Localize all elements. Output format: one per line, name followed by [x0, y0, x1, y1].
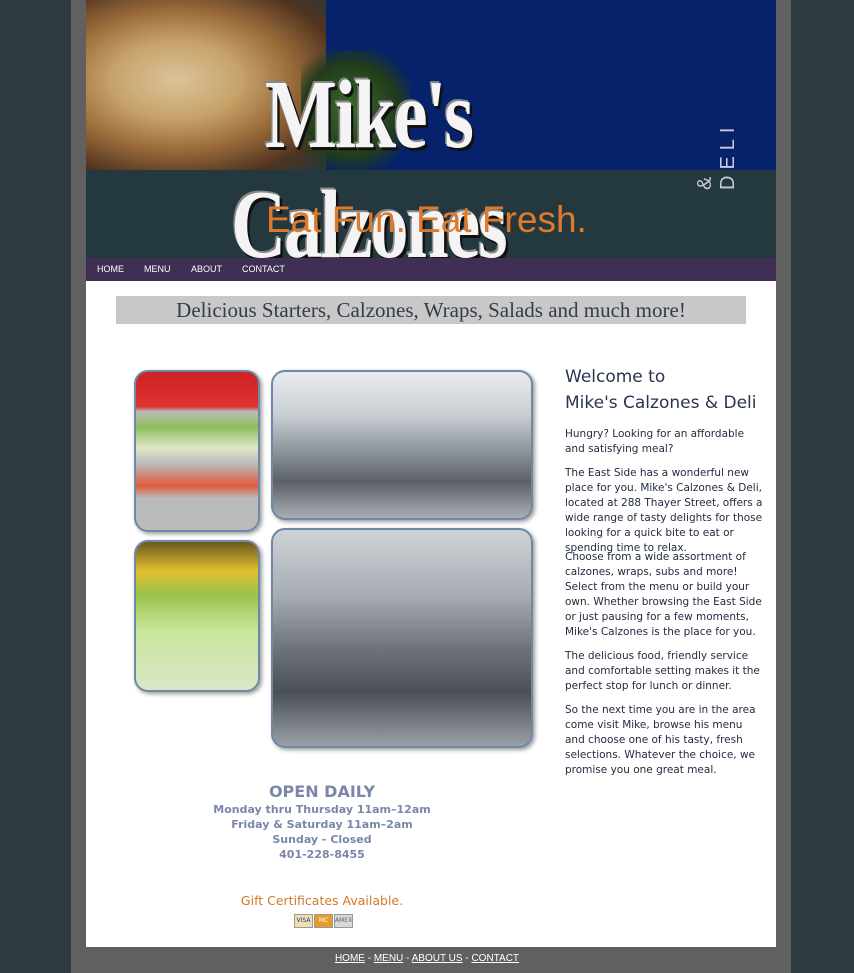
- hours-line: Monday thru Thursday 11am–12am: [213, 803, 431, 816]
- tagline: Eat Fun. Eat Fresh.: [266, 199, 587, 240]
- main-nav: HOME MENU ABOUT CONTACT: [86, 258, 776, 281]
- welcome-title-line2: Mike's Calzones & Deli: [565, 393, 757, 413]
- footer-home[interactable]: HOME: [335, 953, 365, 964]
- nav-contact[interactable]: CONTACT: [242, 264, 285, 274]
- welcome-paragraph: Hungry? Looking for an affordable and sa…: [565, 428, 745, 455]
- hours-line: Sunday - Closed: [272, 833, 372, 846]
- welcome-paragraph: Choose from a wide assortment of calzone…: [565, 551, 762, 638]
- footer-separator: -: [364, 953, 374, 964]
- footer-contact[interactable]: CONTACT: [471, 953, 519, 964]
- visa-card-icon: VISA: [294, 914, 313, 928]
- tomato-cucumber-photo: [134, 370, 260, 532]
- footer-separator: -: [403, 953, 412, 964]
- amex-card-icon: AMEX: [334, 914, 353, 928]
- hours-block: OPEN DAILY Monday thru Thursday 11am–12a…: [186, 782, 458, 862]
- welcome-title: Welcome to Mike's Calzones & Deli: [565, 364, 765, 416]
- olives-lettuce-photo: [134, 540, 260, 692]
- footer-nav: HOME - MENU - ABOUT US - CONTACT: [0, 953, 854, 964]
- welcome-title-line1: Welcome to: [565, 367, 666, 387]
- page-content: Mike's Calzones & DELI Eat Fun. Eat Fres…: [86, 0, 776, 947]
- header-banner: Mike's Calzones & DELI Eat Fun. Eat Fres…: [86, 0, 776, 258]
- hours-heading: OPEN DAILY: [268, 782, 376, 801]
- hours-line: Friday & Saturday 11am–2am: [231, 818, 413, 831]
- welcome-paragraph: The delicious food, friendly service and…: [565, 650, 760, 692]
- nav-home[interactable]: HOME: [97, 264, 124, 274]
- phone-number: 401-228-8455: [279, 848, 365, 861]
- logo-subtext: & DELI: [694, 121, 739, 190]
- payment-cards: VISA MC AMEX: [294, 914, 354, 928]
- footer-menu[interactable]: MENU: [374, 953, 403, 964]
- cook-photo: [271, 528, 533, 748]
- page-headline: Delicious Starters, Calzones, Wraps, Sal…: [116, 296, 746, 324]
- nav-about[interactable]: ABOUT: [191, 264, 222, 274]
- welcome-paragraph: The East Side has a wonderful new place …: [565, 467, 763, 554]
- nav-menu[interactable]: MENU: [144, 264, 171, 274]
- welcome-paragraph: So the next time you are in the area com…: [565, 704, 756, 776]
- mastercard-icon: MC: [314, 914, 333, 928]
- footer-about[interactable]: ABOUT US: [412, 953, 463, 964]
- gift-certificates: Gift Certificates Available.: [240, 893, 404, 908]
- kitchen-photo: [271, 370, 533, 520]
